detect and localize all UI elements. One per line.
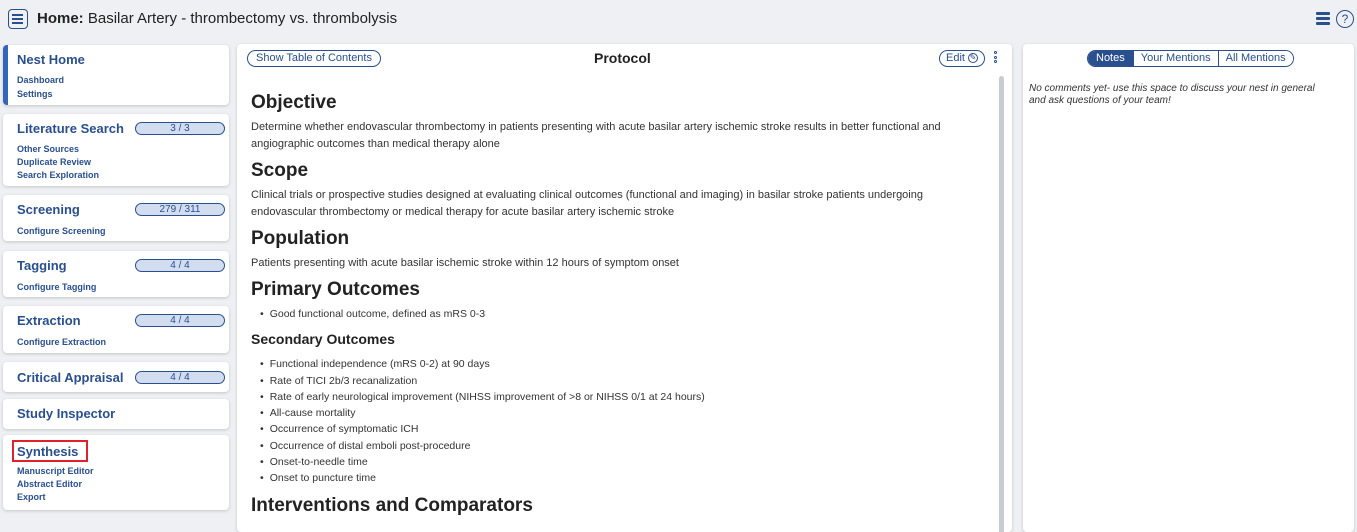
nav-search-exploration[interactable]: Search Exploration	[17, 170, 99, 180]
help-icon[interactable]: ?	[1336, 10, 1354, 28]
nav-manuscript-editor[interactable]: Manuscript Editor	[17, 466, 94, 476]
more-options-icon[interactable]	[994, 51, 998, 65]
list-item: Rate of early neurological improvement (…	[260, 389, 986, 405]
nav-screening[interactable]: Screening	[17, 202, 80, 217]
list-item: Onset to puncture time	[260, 470, 986, 486]
nav-nest-home[interactable]: Nest Home	[17, 52, 85, 67]
nav-extraction[interactable]: Extraction	[17, 313, 81, 328]
layout-toggle-icon[interactable]	[1316, 12, 1330, 26]
show-toc-button[interactable]: Show Table of Contents	[247, 50, 381, 67]
nav-synthesis[interactable]: Synthesis	[17, 444, 78, 459]
tab-notes[interactable]: Notes	[1088, 51, 1133, 66]
nav-critical-appraisal[interactable]: Critical Appraisal	[17, 370, 123, 385]
nav-card-extraction: Extraction 4 / 4 Configure Extraction	[3, 306, 229, 353]
list-item: Occurrence of distal emboli post-procedu…	[260, 438, 986, 454]
list-item: All-cause mortality	[260, 405, 986, 421]
nav-study-inspector[interactable]: Study Inspector	[17, 406, 115, 421]
nav-dashboard[interactable]: Dashboard	[17, 75, 64, 85]
edit-button[interactable]: Edit ✎	[939, 50, 985, 67]
population-heading: Population	[251, 228, 350, 249]
scope-text: Clinical trials or prospective studies d…	[251, 189, 923, 218]
list-item: Onset-to-needle time	[260, 454, 986, 470]
objective-text: Determine whether endovascular thrombect…	[251, 121, 941, 150]
protocol-panel: Show Table of Contents Protocol Edit ✎ Ob…	[237, 44, 1012, 532]
page-title: Home: Basilar Artery - thrombectomy vs. …	[37, 10, 397, 27]
list-item: Functional independence (mRS 0-2) at 90 …	[260, 356, 986, 372]
list-item: Good functional outcome, defined as mRS …	[260, 306, 986, 322]
tab-all-mentions[interactable]: All Mentions	[1217, 51, 1293, 66]
tagging-progress: 4 / 4	[135, 259, 225, 272]
nav-card-critical-appraisal: Critical Appraisal 4 / 4	[3, 362, 229, 392]
nav-literature-search[interactable]: Literature Search	[17, 121, 124, 136]
literature-search-progress: 3 / 3	[135, 122, 225, 135]
critical-appraisal-progress: 4 / 4	[135, 371, 225, 384]
screening-progress: 279 / 311	[135, 203, 225, 216]
notes-tabs: Notes Your Mentions All Mentions	[1087, 50, 1294, 67]
pencil-icon: ✎	[967, 53, 978, 64]
nav-export[interactable]: Export	[17, 492, 46, 502]
primary-outcomes-heading: Primary Outcomes	[251, 279, 420, 300]
page-title-text: Basilar Artery - thrombectomy vs. thromb…	[87, 10, 398, 27]
list-item: Occurrence of symptomatic ICH	[260, 421, 986, 437]
secondary-outcomes-list: Functional independence (mRS 0-2) at 90 …	[260, 356, 986, 486]
objective-heading: Objective	[251, 92, 337, 113]
population-text: Patients presenting with acute basilar i…	[251, 257, 679, 269]
notes-panel: Notes Your Mentions All Mentions No comm…	[1023, 44, 1354, 532]
scope-heading: Scope	[251, 160, 309, 181]
nav-configure-extraction[interactable]: Configure Extraction	[17, 337, 106, 347]
tab-your-mentions[interactable]: Your Mentions	[1132, 51, 1218, 66]
extraction-progress: 4 / 4	[135, 314, 225, 327]
nav-configure-screening[interactable]: Configure Screening	[17, 226, 106, 236]
list-item: Rate of TICI 2b/3 recanalization	[260, 373, 986, 389]
secondary-outcomes-heading: Secondary Outcomes	[251, 331, 395, 348]
nav-card-nest-home: Nest Home Dashboard Settings	[3, 45, 229, 105]
nav-card-literature-search: Literature Search 3 / 3 Other Sources Du…	[3, 114, 229, 186]
protocol-scrollbar[interactable]	[999, 76, 1004, 532]
protocol-document: Objective Determine whether endovascular…	[251, 92, 986, 522]
nav-card-study-inspector: Study Inspector	[3, 399, 229, 429]
interventions-heading: Interventions and Comparators	[251, 494, 533, 516]
page-title-prefix: Home:	[37, 10, 84, 27]
nav-other-sources[interactable]: Other Sources	[17, 144, 79, 154]
nav-card-synthesis: Synthesis Manuscript Editor Abstract Edi…	[3, 435, 229, 510]
nav-tagging[interactable]: Tagging	[17, 258, 67, 273]
nav-card-screening: Screening 279 / 311 Configure Screening	[3, 195, 229, 241]
nav-abstract-editor[interactable]: Abstract Editor	[17, 479, 82, 489]
notes-empty-text: No comments yet- use this space to discu…	[1029, 83, 1315, 106]
nav-configure-tagging[interactable]: Configure Tagging	[17, 282, 96, 292]
protocol-title: Protocol	[594, 50, 651, 66]
primary-outcomes-list: Good functional outcome, defined as mRS …	[260, 306, 986, 322]
nav-settings[interactable]: Settings	[17, 89, 53, 99]
edit-label: Edit	[946, 52, 965, 64]
nav-duplicate-review[interactable]: Duplicate Review	[17, 157, 91, 167]
top-bar: Home: Basilar Artery - thrombectomy vs. …	[0, 0, 1357, 38]
menu-icon[interactable]	[8, 9, 28, 29]
nav-card-tagging: Tagging 4 / 4 Configure Tagging	[3, 251, 229, 297]
